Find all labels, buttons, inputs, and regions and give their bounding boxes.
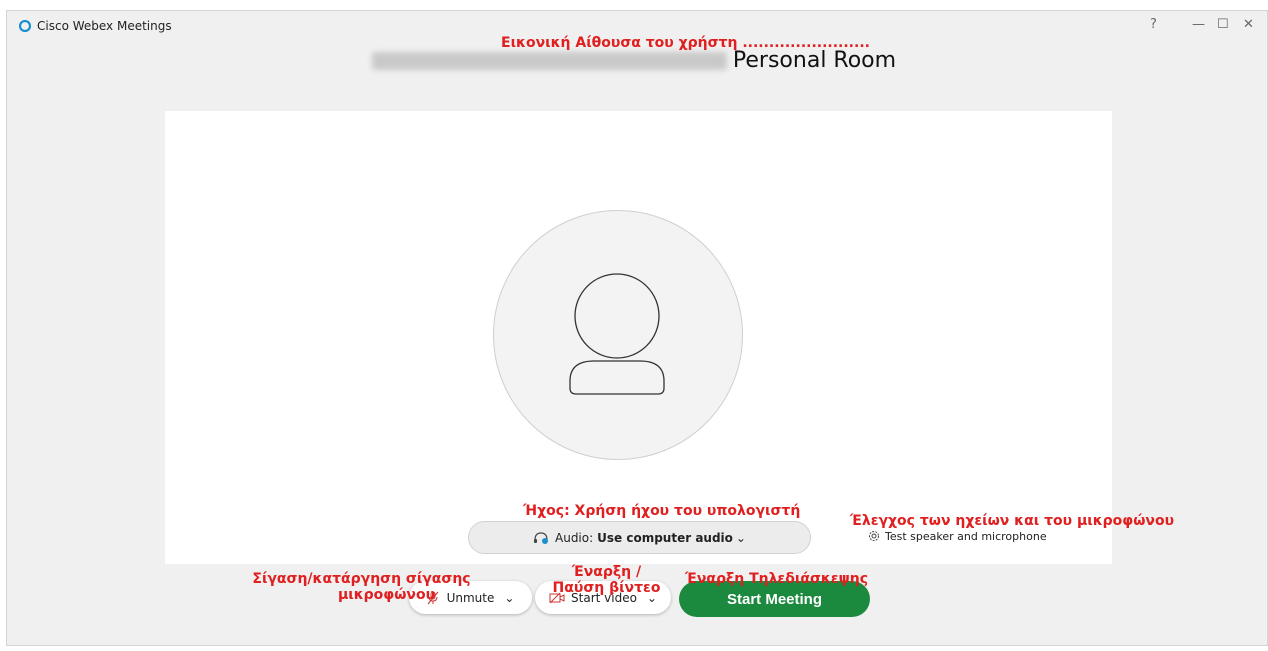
chevron-down-icon[interactable]: ⌄ xyxy=(504,591,514,605)
annotation-video-line2: Παύση βίντεο xyxy=(552,580,661,596)
owner-name-redacted xyxy=(371,52,727,70)
gear-icon xyxy=(869,531,879,541)
minimize-button[interactable]: — xyxy=(1192,17,1205,32)
maximize-button[interactable]: ☐ xyxy=(1217,17,1229,32)
user-silhouette-icon xyxy=(569,273,665,395)
audio-label: Audio: xyxy=(555,530,594,545)
window-title: Cisco Webex Meetings xyxy=(37,19,172,33)
chevron-down-icon: ⌄ xyxy=(735,530,746,545)
close-button[interactable]: ✕ xyxy=(1243,17,1254,32)
annotation-mute-line1: Σίγαση/κατάργηση σίγασης xyxy=(252,571,471,587)
audio-selector[interactable]: Audio: Use computer audio ⌄ xyxy=(468,521,811,554)
annotation-video-line1: Έναρξη / xyxy=(571,564,642,580)
test-speaker-mic-link[interactable]: Test speaker and microphone xyxy=(868,530,1047,543)
annotation-video: Έναρξη / Παύση βίντεο xyxy=(549,564,664,596)
annotation-test: Έλεγχος των ηχείων και του μικροφώνου xyxy=(850,513,1175,529)
help-icon[interactable]: ? xyxy=(1150,17,1157,32)
webex-logo-icon xyxy=(19,20,31,32)
avatar xyxy=(493,210,743,460)
annotation-start: Έναρξη Τηλεδιάσκεψης xyxy=(685,571,869,587)
annotation-mute-line2: μικροφώνου xyxy=(337,587,436,603)
test-label: Test speaker and microphone xyxy=(885,530,1047,543)
annotation-room: Εικονική Αίθουσα του χρήστη ............… xyxy=(501,35,870,51)
annotation-mute: Σίγαση/κατάργηση σίγασης μικροφώνου xyxy=(249,571,474,603)
headset-icon xyxy=(534,531,548,544)
audio-value: Use computer audio xyxy=(597,530,733,545)
room-title-text: Personal Room xyxy=(732,48,897,73)
personal-room-title: Personal Room xyxy=(0,48,1268,73)
annotation-audio: Ήχος: Χρήση ήχου του υπολογιστή xyxy=(523,503,801,519)
